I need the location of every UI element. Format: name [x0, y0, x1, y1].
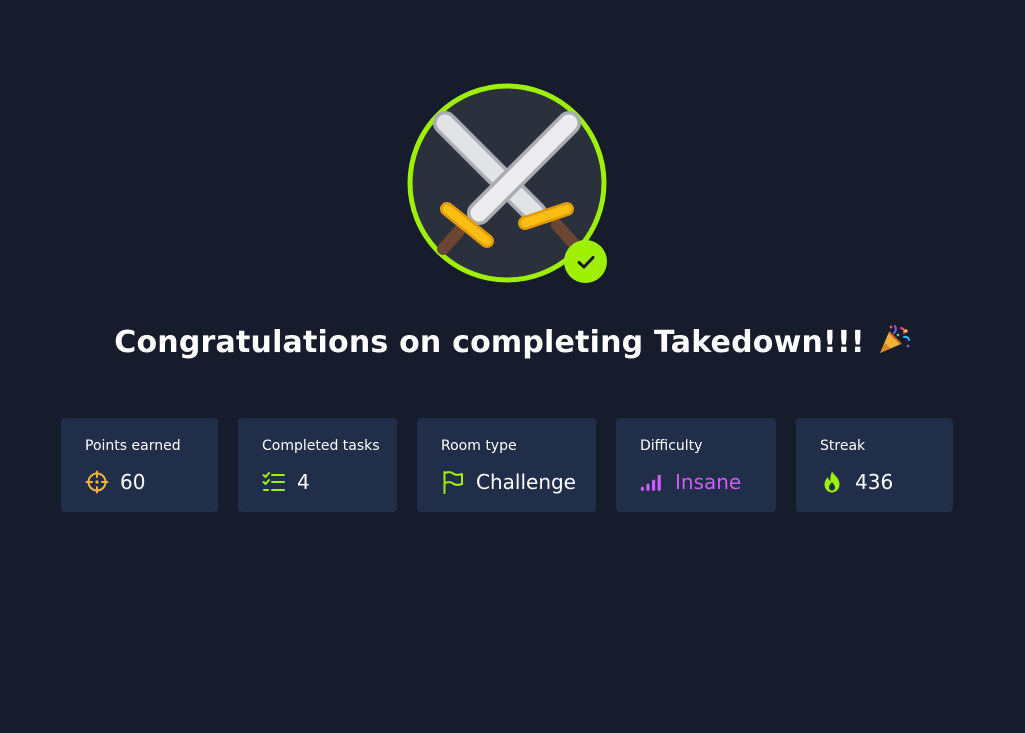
- stat-value: 60: [120, 470, 146, 494]
- flame-icon: [820, 470, 844, 494]
- stat-value: Challenge: [476, 470, 576, 494]
- stat-card-difficulty: Difficulty Insane: [616, 418, 776, 512]
- room-badge: [407, 83, 607, 283]
- party-popper-icon: [877, 322, 911, 364]
- stat-value: Insane: [675, 470, 742, 494]
- checkmark-icon: [564, 240, 607, 283]
- stat-value: 436: [855, 470, 894, 494]
- stat-card-streak: Streak 436: [796, 418, 953, 512]
- target-icon: [85, 470, 109, 494]
- congratulations-heading: Congratulations on completing Takedown!!…: [0, 322, 1025, 364]
- stat-value: 4: [297, 470, 310, 494]
- flag-icon: [441, 470, 465, 494]
- stat-label: Difficulty: [640, 438, 703, 454]
- stat-card-points: Points earned 60: [61, 418, 218, 512]
- task-list-icon: [262, 470, 286, 494]
- stat-label: Completed tasks: [262, 438, 380, 454]
- congratulations-text: Congratulations on completing Takedown!!…: [114, 325, 865, 360]
- stat-card-completed-tasks: Completed tasks 4: [238, 418, 397, 512]
- stat-card-room-type: Room type Challenge: [417, 418, 596, 512]
- stat-label: Room type: [441, 438, 517, 454]
- signal-bars-icon: [640, 470, 664, 494]
- stat-label: Points earned: [85, 438, 181, 454]
- stat-label: Streak: [820, 438, 866, 454]
